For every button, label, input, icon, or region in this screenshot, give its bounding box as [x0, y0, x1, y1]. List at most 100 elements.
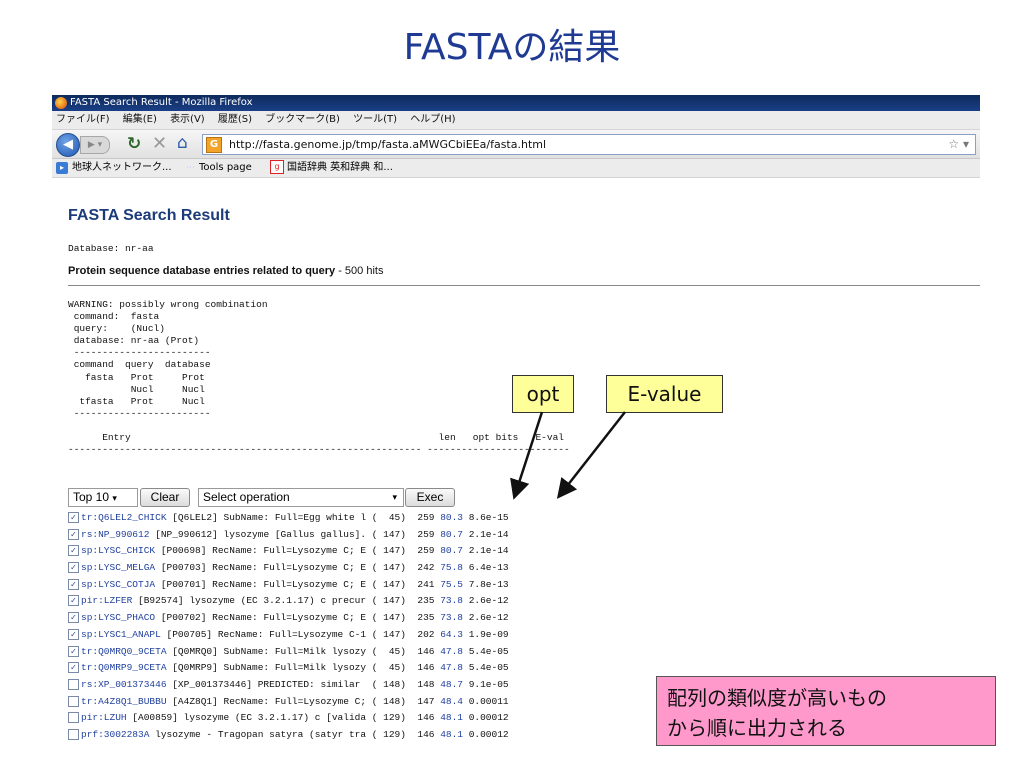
reload-icon[interactable]: ↻ [127, 134, 141, 154]
row-checkbox[interactable]: ✓ [68, 528, 79, 540]
row-text: sp:LYSC_MELGA [P00703] RecName: Full=Lys… [81, 560, 509, 577]
entry-opt-score[interactable]: 75.8 [440, 562, 463, 573]
note-box: 配列の類似度が高いもの から順に出力される [656, 676, 996, 746]
forward-button[interactable]: ▶ ▾ [80, 136, 110, 154]
entry-link[interactable]: sp:LYSC_CHICK [81, 545, 155, 556]
entry-description: [Q0MRQ0] SubName: Full=Milk lysozy ( 45) [166, 645, 406, 657]
evalue-arrow [556, 411, 626, 499]
row-checkbox[interactable] [68, 728, 79, 740]
row-checkbox[interactable]: ✓ [68, 562, 79, 574]
entry-link[interactable]: prf:3002283A [81, 729, 149, 740]
bookmark-item-network[interactable]: 地球人ネットワーク... [72, 159, 172, 177]
entry-opt-score[interactable]: 48.1 [440, 712, 463, 723]
row-checkbox[interactable] [68, 712, 79, 724]
entry-length: 259 [417, 545, 435, 557]
entry-length: 259 [417, 528, 435, 540]
dropdown-arrow-icon: ▾ [112, 493, 117, 503]
row-checkbox[interactable]: ✓ [68, 628, 79, 640]
home-icon[interactable]: ⌂ [177, 133, 188, 153]
menu-view[interactable]: 表示(V) [170, 114, 205, 125]
menu-tools[interactable]: ツール(T) [353, 114, 397, 125]
row-checkbox[interactable]: ✓ [68, 578, 79, 590]
entry-length: 148 [417, 678, 435, 690]
entry-length: 235 [417, 595, 435, 607]
entry-description: [A00859] lysozyme (EC 3.2.1.17) c [valid… [126, 712, 406, 724]
row-checkbox[interactable]: ✓ [68, 545, 79, 557]
entry-link[interactable]: rs:NP_990612 [81, 529, 149, 540]
entry-description: lysozyme - Tragopan satyra (satyr tra ( … [149, 728, 406, 740]
section-title-text: Protein sequence database entries relate… [68, 265, 336, 277]
entry-description: [XP_001373446] PREDICTED: similar ( 148) [166, 678, 406, 690]
row-checkbox[interactable] [68, 695, 79, 707]
url-bar[interactable]: G http://fasta.genome.jp/tmp/fasta.aMWGC… [202, 134, 976, 155]
row-checkbox[interactable]: ✓ [68, 612, 79, 624]
top-n-value: Top 10 [73, 490, 110, 504]
entry-link[interactable]: rs:XP_001373446 [81, 679, 167, 690]
bookmark-star-icon[interactable]: ☆ ▾ [948, 135, 969, 154]
row-text: tr:Q0MRQ0_9CETA [Q0MRQ0] SubName: Full=M… [81, 644, 509, 661]
warning-block: WARNING: possibly wrong combination comm… [68, 299, 570, 456]
menu-file[interactable]: ファイル(F) [56, 114, 110, 125]
entry-link[interactable]: tr:Q0MRP9_9CETA [81, 662, 167, 673]
row-checkbox[interactable] [68, 678, 79, 690]
operation-select[interactable]: Select operation ▾ [198, 488, 404, 507]
entry-description: [P00698] RecName: Full=Lysozyme C; E ( 1… [155, 545, 406, 557]
menu-help[interactable]: ヘルプ(H) [410, 114, 455, 125]
entry-opt-score[interactable]: 73.8 [440, 612, 463, 623]
clear-button[interactable]: Clear [140, 488, 190, 507]
entry-opt-score[interactable]: 80.3 [440, 512, 463, 523]
bookmark-folder-icon: ▸ [56, 162, 68, 174]
operation-value: Select operation [203, 490, 290, 504]
entry-length: 147 [417, 695, 435, 707]
row-text: sp:LYSC1_ANAPL [P00705] RecName: Full=Ly… [81, 627, 509, 644]
site-favicon-icon: G [206, 137, 222, 153]
entry-evalue: 2.1e-14 [468, 528, 509, 540]
entry-link[interactable]: tr:Q6LEL2_CHICK [81, 512, 167, 523]
menu-bookmarks[interactable]: ブックマーク(B) [265, 114, 340, 125]
entry-opt-score[interactable]: 80.7 [440, 545, 463, 556]
bookmark-item-dictionary[interactable]: g 国語辞典 英和辞典 和... [270, 159, 393, 177]
top-n-select[interactable]: Top 10 ▾ [68, 488, 138, 507]
entry-link[interactable]: pir:LZUH [81, 712, 127, 723]
entry-opt-score[interactable]: 48.1 [440, 729, 463, 740]
row-checkbox[interactable]: ✓ [68, 662, 79, 674]
entry-length: 259 [417, 512, 435, 523]
row-checkbox[interactable]: ✓ [68, 645, 79, 657]
bookmark-dictionary-label: 国語辞典 英和辞典 和... [287, 162, 393, 173]
entry-length: 242 [417, 562, 435, 574]
row-text: sp:LYSC_CHICK [P00698] RecName: Full=Lys… [81, 543, 509, 560]
entry-opt-score[interactable]: 75.5 [440, 579, 463, 590]
menu-edit[interactable]: 編集(E) [123, 114, 157, 125]
row-checkbox[interactable]: ✓ [68, 512, 79, 523]
entry-evalue: 6.4e-13 [468, 562, 509, 574]
back-button[interactable]: ◀ [56, 133, 80, 157]
entry-opt-score[interactable]: 73.8 [440, 595, 463, 606]
page-heading: FASTA Search Result [68, 207, 230, 224]
row-checkbox[interactable]: ✓ [68, 595, 79, 607]
entry-evalue: 0.00012 [468, 728, 509, 740]
entry-opt-score[interactable]: 47.8 [440, 662, 463, 673]
entry-opt-score[interactable]: 48.7 [440, 679, 463, 690]
entry-length: 146 [417, 728, 435, 740]
entry-evalue: 9.1e-05 [468, 678, 509, 690]
entry-opt-score[interactable]: 64.3 [440, 629, 463, 640]
entry-evalue: 2.1e-14 [468, 545, 509, 557]
entry-link[interactable]: tr:A4Z8Q1_BUBBU [81, 696, 167, 707]
entry-link[interactable]: tr:Q0MRQ0_9CETA [81, 646, 167, 657]
entry-opt-score[interactable]: 47.8 [440, 646, 463, 657]
menu-history[interactable]: 履歴(S) [218, 114, 252, 125]
stop-icon[interactable]: ✕ [152, 133, 167, 154]
entry-link[interactable]: sp:LYSC_COTJA [81, 579, 155, 590]
entry-link[interactable]: pir:LZFER [81, 595, 132, 606]
bookmarks-toolbar: ▸ 地球人ネットワーク... ⋯ Tools page g 国語辞典 英和辞典 和.… [52, 159, 980, 178]
entry-link[interactable]: sp:LYSC_PHACO [81, 612, 155, 623]
entry-link[interactable]: sp:LYSC1_ANAPL [81, 629, 161, 640]
exec-button[interactable]: Exec [405, 488, 455, 507]
entry-opt-score[interactable]: 80.7 [440, 529, 463, 540]
entry-description: [A4Z8Q1] RecName: Full=Lysozyme C; ( 148… [166, 695, 406, 707]
bookmark-item-tools[interactable]: ⋯ Tools page [186, 159, 252, 177]
entry-opt-score[interactable]: 48.4 [440, 696, 463, 707]
entry-link[interactable]: sp:LYSC_MELGA [81, 562, 155, 573]
entry-description: [Q0MRP9] SubName: Full=Milk lysozy ( 45) [166, 662, 406, 674]
entry-length: 146 [417, 645, 435, 657]
